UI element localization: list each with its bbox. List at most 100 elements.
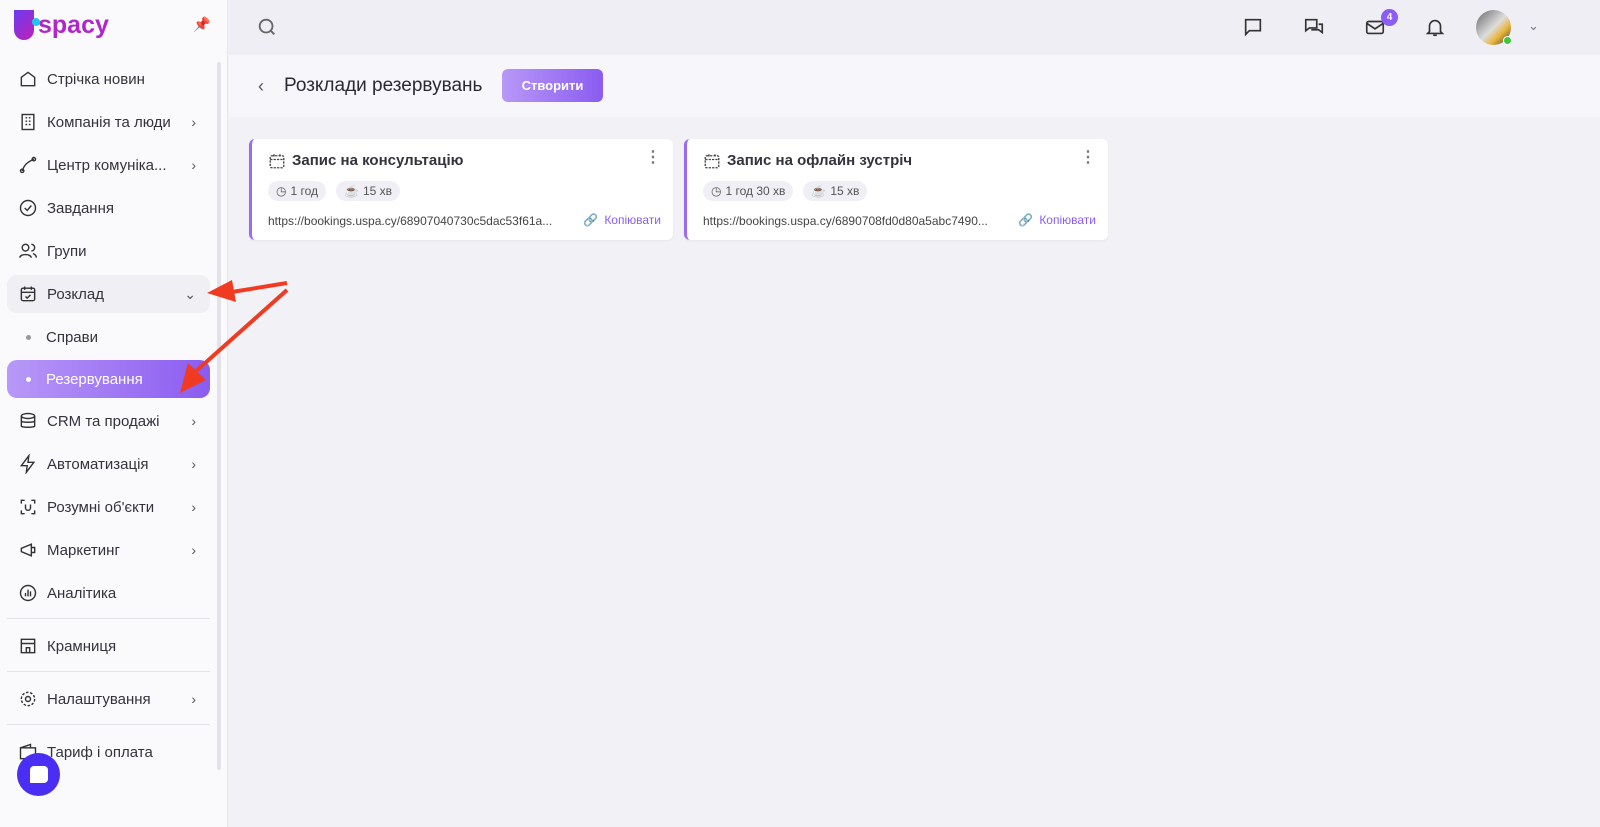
copy-label: Копіювати xyxy=(1039,213,1096,227)
more-icon[interactable]: ⋮ xyxy=(1080,147,1096,167)
avatar[interactable] xyxy=(1476,10,1512,45)
sidebar-item-store[interactable]: Крамниця xyxy=(7,627,210,665)
chats-icon[interactable] xyxy=(1303,16,1325,38)
duration-chip: ◷ 1 год 30 хв xyxy=(703,181,794,201)
bullet xyxy=(26,376,31,382)
card-title: Запис на консультацію xyxy=(292,152,464,169)
scan-icon xyxy=(20,499,36,515)
sidebar-subitem-label: Справи xyxy=(46,328,98,346)
chevron-right-icon: › xyxy=(191,456,196,472)
sidebar-item-label: Групи xyxy=(47,242,87,260)
booking-url: https://bookings.uspa.cy/6890708fd0d80a5… xyxy=(703,214,988,228)
link-icon: 🔗 xyxy=(583,213,599,227)
home-icon xyxy=(20,71,36,87)
link-icon: 🔗 xyxy=(1018,213,1034,227)
chat-icon xyxy=(29,766,48,783)
break-chip: ☕ 15 хв xyxy=(336,181,401,201)
more-icon[interactable]: ⋮ xyxy=(645,147,661,167)
check-circle-icon xyxy=(19,199,37,217)
card-title: Запис на офлайн зустріч xyxy=(727,152,913,169)
sidebar-item[interactable]: CRM та продажі › xyxy=(7,402,210,440)
create-button[interactable]: Створити xyxy=(502,69,603,102)
search-icon[interactable] xyxy=(256,16,278,38)
booking-url: https://bookings.uspa.cy/68907040730c5da… xyxy=(268,214,553,228)
sidebar-item-label: Завдання xyxy=(47,199,114,217)
sidebar-item[interactable]: Компанія та люди › xyxy=(7,103,210,141)
chart-icon xyxy=(19,584,37,602)
megaphone-icon xyxy=(20,543,36,557)
bell-icon[interactable] xyxy=(1424,16,1446,38)
sidebar-subitem[interactable]: Справи xyxy=(7,318,210,356)
sidebar-item[interactable]: Розклад ⌄ xyxy=(7,275,210,313)
clock-icon: ◷ xyxy=(276,184,287,198)
sidebar-item[interactable]: Завдання xyxy=(7,189,210,227)
sidebar-item[interactable]: Маркетинг › xyxy=(7,531,210,569)
calendar-icon xyxy=(269,154,285,169)
duration: 1 год xyxy=(290,184,319,198)
database-icon xyxy=(20,412,36,428)
sidebar-item-label: Компанія та люди xyxy=(47,113,171,131)
duration: 1 год 30 хв xyxy=(725,184,786,198)
sidebar-item-label: Розклад xyxy=(47,285,104,303)
sidebar-item[interactable]: Центр комуніка... › xyxy=(7,146,210,184)
sidebar-item-label: Налаштування xyxy=(47,690,151,708)
calendar-icon xyxy=(704,154,720,169)
mail-badge: 4 xyxy=(1381,9,1398,26)
duration-chip: ◷ 1 год xyxy=(268,181,327,201)
annotation-arrows xyxy=(180,280,289,393)
communication-icon xyxy=(19,156,37,174)
pin-icon[interactable]: 📌 xyxy=(193,16,210,33)
chevron-right-icon: › xyxy=(191,542,196,558)
sidebar-item-label: Крамниця xyxy=(47,637,117,655)
comment-icon[interactable] xyxy=(1242,16,1264,38)
copy-link-button[interactable]: 🔗 Копіювати xyxy=(1018,213,1096,227)
sidebar-item-label: Аналітика xyxy=(47,584,117,602)
building-icon xyxy=(21,113,35,131)
sidebar-item[interactable]: Аналітика xyxy=(7,574,210,612)
gear-icon xyxy=(20,691,36,707)
coffee-icon: ☕ xyxy=(344,184,359,198)
chevron-right-icon: › xyxy=(191,157,196,173)
divider xyxy=(7,724,210,725)
back-button[interactable]: ‹ xyxy=(258,76,264,97)
online-status xyxy=(1503,36,1512,45)
support-chat-button[interactable] xyxy=(17,753,60,796)
uspacy-logo[interactable]: spacy xyxy=(14,10,109,40)
sidebar-item-label: Тариф і оплата xyxy=(47,743,153,761)
bullet xyxy=(26,334,31,340)
users-icon xyxy=(18,243,38,258)
divider xyxy=(7,671,210,672)
coffee-icon: ☕ xyxy=(811,184,827,198)
divider xyxy=(7,618,210,619)
chevron-right-icon: › xyxy=(191,691,196,707)
sidebar-item[interactable]: Групи xyxy=(7,232,210,270)
sidebar-item-label: Стрічка новин xyxy=(47,70,145,88)
chevron-right-icon: › xyxy=(191,114,196,130)
copy-link-button[interactable]: 🔗 Копіювати xyxy=(583,213,661,227)
lightning-icon xyxy=(19,454,36,474)
chevron-down-icon: ⌄ xyxy=(184,285,196,302)
clock-icon: ◷ xyxy=(711,184,722,198)
sidebar-item-label: Розумні об'єкти xyxy=(47,498,155,516)
sidebar-item-label: Центр комуніка... xyxy=(47,156,167,174)
top-header xyxy=(229,0,1600,55)
store-icon xyxy=(20,638,36,654)
sidebar-item-label: Автоматизація xyxy=(47,455,149,473)
sidebar-scrollbar[interactable] xyxy=(217,62,221,770)
sidebar-item[interactable]: Автоматизація › xyxy=(7,445,210,483)
sidebar-item[interactable]: Розумні об'єкти › xyxy=(7,488,210,526)
sidebar-subitem[interactable]: Резервування xyxy=(7,360,210,398)
break: 15 хв xyxy=(830,184,860,198)
booking-card[interactable]: Запис на консультацію ⋮ ◷ 1 год ☕ 15 хв ht… xyxy=(249,139,673,240)
sidebar-item-settings[interactable]: Налаштування › xyxy=(7,680,210,718)
booking-card[interactable]: Запис на офлайн зустріч ⋮ ◷ 1 год 30 хв ☕… xyxy=(684,139,1108,240)
sidebar: spacy 📌 Стрічка новин Компанія та люди › Це… xyxy=(0,0,228,827)
sidebar-item[interactable]: Стрічка новин xyxy=(7,60,210,98)
sidebar-item-label: Маркетинг xyxy=(47,541,120,559)
chevron-right-icon: › xyxy=(191,499,196,515)
copy-label: Копіювати xyxy=(604,213,661,227)
sidebar-subitem-label: Резервування xyxy=(46,370,143,388)
break: 15 хв xyxy=(362,184,393,198)
calendar-check-icon xyxy=(20,286,36,302)
chevron-down-icon[interactable]: ⌄ xyxy=(1528,18,1539,34)
